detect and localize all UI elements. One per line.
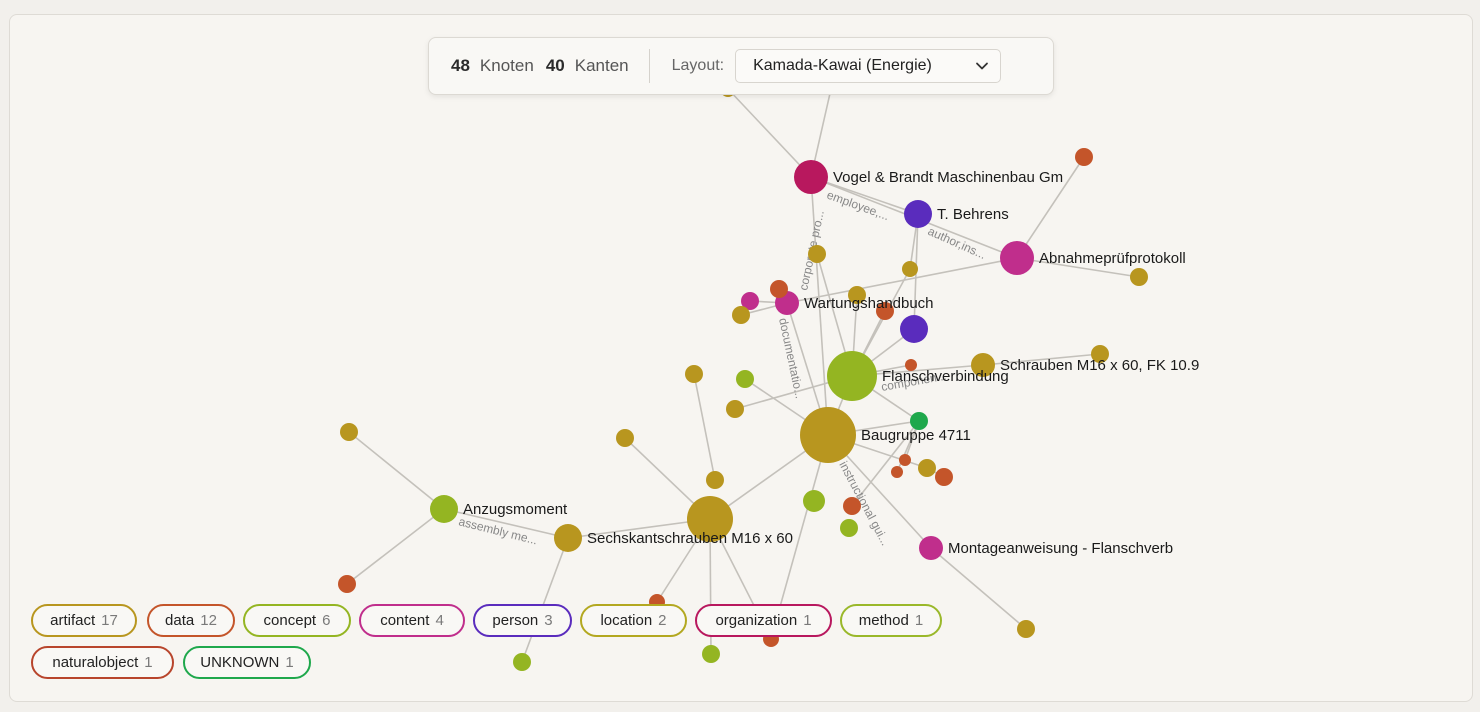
graph-node-artifact[interactable] <box>685 365 703 383</box>
graph-node-data[interactable] <box>935 468 953 486</box>
legend-count: 12 <box>200 612 217 629</box>
network-graph[interactable]: employee,...author,ins...corporate pro..… <box>10 15 1472 701</box>
graph-node-person[interactable] <box>904 200 932 228</box>
node-label-baugruppe: Baugruppe 4711 <box>861 427 971 444</box>
legend-label: naturalobject <box>52 654 139 671</box>
legend-label: person <box>492 612 539 629</box>
edge-label-documentation: documentatio... <box>776 317 807 400</box>
graph-edge <box>930 547 1027 630</box>
graph-node-data[interactable] <box>891 466 903 478</box>
graph-node-concept[interactable] <box>736 370 754 388</box>
toolbar-divider <box>648 49 650 83</box>
legend-chip-content[interactable]: content 4 <box>359 604 465 637</box>
graph-node-artifact[interactable] <box>732 306 750 324</box>
graph-edge <box>727 88 812 178</box>
graph-node-concept[interactable] <box>513 653 531 671</box>
legend-count: 6 <box>322 612 331 629</box>
graph-node-artifact[interactable] <box>808 245 826 263</box>
legend-label: concept <box>263 612 317 629</box>
legend-chip-naturalobject[interactable]: naturalobject 1 <box>31 646 174 679</box>
legend-label: artifact <box>50 612 96 629</box>
graph-node-artifact[interactable] <box>616 429 634 447</box>
legend-count: 17 <box>101 612 118 629</box>
legend-count: 1 <box>285 654 294 671</box>
legend-chip-data[interactable]: data 12 <box>147 604 235 637</box>
graph-edge <box>693 373 716 481</box>
graph-node-artifact[interactable] <box>726 400 744 418</box>
graph-node-data[interactable] <box>1075 148 1093 166</box>
graph-node-artifact[interactable] <box>554 524 582 552</box>
graph-node-organization[interactable] <box>794 160 828 194</box>
graph-edge <box>521 537 569 663</box>
legend-count: 1 <box>914 612 924 629</box>
legend-label: location <box>600 612 653 629</box>
graph-node-person[interactable] <box>900 315 928 343</box>
legend-chip-unknown[interactable]: UNKNOWN 1 <box>183 646 311 679</box>
legend-chip-method[interactable]: method 1 <box>840 604 942 637</box>
legend-chip-artifact[interactable]: artifact 17 <box>31 604 137 637</box>
node-label-vogel: Vogel & Brandt Maschinenbau Gm <box>833 169 1063 186</box>
graph-node-data[interactable] <box>338 575 356 593</box>
graph-edge <box>348 431 445 510</box>
legend-label: data <box>165 612 195 629</box>
legend-label: content <box>380 612 430 629</box>
layout-label: Layout: <box>671 57 725 74</box>
chevron-down-icon <box>976 62 989 70</box>
legend-label: UNKNOWN <box>200 654 280 671</box>
graph-edge <box>346 508 445 585</box>
node-label-behrens: T. Behrens <box>937 206 1009 223</box>
node-label-wartung: Wartungshandbuch <box>804 295 934 312</box>
node-label-montage: Montageanweisung - Flanschverb <box>948 540 1173 557</box>
layout-select-value: Kamada-Kawai (Energie) <box>753 57 932 74</box>
graph-node-artifact[interactable] <box>1130 268 1148 286</box>
graph-node-data[interactable] <box>899 454 911 466</box>
legend-chip-concept[interactable]: concept 6 <box>243 604 351 637</box>
node-count: 48 <box>451 56 470 75</box>
graph-node-artifact[interactable] <box>902 261 918 277</box>
graph-node-concept[interactable] <box>803 490 825 512</box>
edge-label-assembly: assembly me... <box>457 514 539 547</box>
edge-count: 40 <box>545 56 565 75</box>
graph-toolbar: 48 Knoten 40 Kanten Layout: Kamada-Kawai… <box>428 37 1054 95</box>
layout-select[interactable]: Kamada-Kawai (Energie) <box>735 49 1002 83</box>
edge-count-label: Kanten <box>574 56 629 75</box>
graph-node-data[interactable] <box>843 497 861 515</box>
legend-chip-organization[interactable]: organization 1 <box>695 604 832 637</box>
graph-node-artifact[interactable] <box>340 423 358 441</box>
node-label-abnahme: Abnahmeprüfprotokoll <box>1039 250 1186 267</box>
node-label-schrauben: Schrauben M16 x 60, FK 10.9 <box>1000 357 1199 374</box>
legend-chip-person[interactable]: person 3 <box>473 604 572 637</box>
graph-node-concept[interactable] <box>430 495 458 523</box>
graph-node-concept[interactable] <box>702 645 720 663</box>
graph-node-artifact[interactable] <box>706 471 724 489</box>
legend-count: 4 <box>435 612 444 629</box>
graph-node-concept[interactable] <box>840 519 858 537</box>
legend-label: method <box>858 612 909 629</box>
legend-count: 3 <box>544 612 553 629</box>
graph-node-concept[interactable] <box>827 351 877 401</box>
graph-node-artifact[interactable] <box>800 407 856 463</box>
legend-count: 1 <box>144 654 153 671</box>
node-count-label: Knoten <box>479 56 534 75</box>
graph-node-data[interactable] <box>770 280 788 298</box>
node-label-sechskant: Sechskantschrauben M16 x 60 <box>587 530 793 547</box>
graph-node-content[interactable] <box>1000 241 1034 275</box>
graph-canvas[interactable]: employee,... author,ins... corporate pro..… <box>9 14 1473 702</box>
legend-count: 2 <box>658 612 667 629</box>
graph-node-content[interactable] <box>919 536 943 560</box>
node-label-anzug: Anzugsmoment <box>463 501 568 518</box>
node-label-flansch: Flanschverbindung <box>882 368 1009 385</box>
legend-chip-location[interactable]: location 2 <box>580 604 687 637</box>
legend-label: organization <box>715 612 798 629</box>
legend-count: 1 <box>803 612 812 629</box>
graph-node-artifact[interactable] <box>918 459 936 477</box>
graph-node-artifact[interactable] <box>1017 620 1035 638</box>
